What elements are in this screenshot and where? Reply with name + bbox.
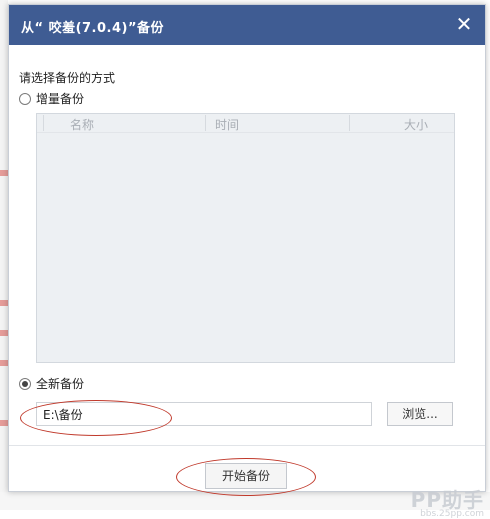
footer-divider xyxy=(9,445,485,446)
incremental-backup-label: 增量备份 xyxy=(36,92,85,106)
browse-button[interactable]: 浏览... xyxy=(387,402,453,426)
background-decoration xyxy=(0,420,8,426)
incremental-backup-option[interactable]: 增量备份 xyxy=(19,90,84,107)
backup-mode-label: 请选择备份的方式 xyxy=(19,71,116,85)
dialog-titlebar: 从“ 咬羞(7.0.4)”备份 ✕ xyxy=(9,5,485,45)
column-header-name[interactable]: 名称 xyxy=(70,116,94,133)
backup-dialog: 从“ 咬羞(7.0.4)”备份 ✕ 请选择备份的方式 增量备份 名称 时间 大小… xyxy=(8,4,486,492)
backup-list[interactable]: 名称 时间 大小 xyxy=(36,113,455,363)
full-backup-radio[interactable] xyxy=(19,377,31,390)
full-backup-option[interactable]: 全新备份 xyxy=(19,375,84,392)
column-header-time[interactable]: 时间 xyxy=(215,116,239,133)
column-separator xyxy=(349,115,350,131)
backup-path-input[interactable] xyxy=(36,402,372,426)
background-decoration xyxy=(0,360,8,366)
background-decoration xyxy=(0,300,8,306)
column-separator xyxy=(43,115,44,131)
backup-list-header: 名称 时间 大小 xyxy=(37,114,454,133)
background-page-edge xyxy=(0,0,8,510)
dialog-title: 从“ 咬羞(7.0.4)”备份 xyxy=(21,21,165,36)
watermark-logo: PP助手 bbs.25pp.com xyxy=(411,484,484,519)
column-separator xyxy=(205,115,206,131)
background-decoration xyxy=(0,170,8,176)
incremental-backup-radio[interactable] xyxy=(19,92,31,105)
close-icon[interactable]: ✕ xyxy=(453,13,475,35)
full-backup-label: 全新备份 xyxy=(36,377,85,391)
column-header-size[interactable]: 大小 xyxy=(404,116,428,133)
start-backup-button[interactable]: 开始备份 xyxy=(205,463,287,489)
background-decoration xyxy=(0,330,8,336)
watermark-subtext: bbs.25pp.com xyxy=(420,509,484,519)
